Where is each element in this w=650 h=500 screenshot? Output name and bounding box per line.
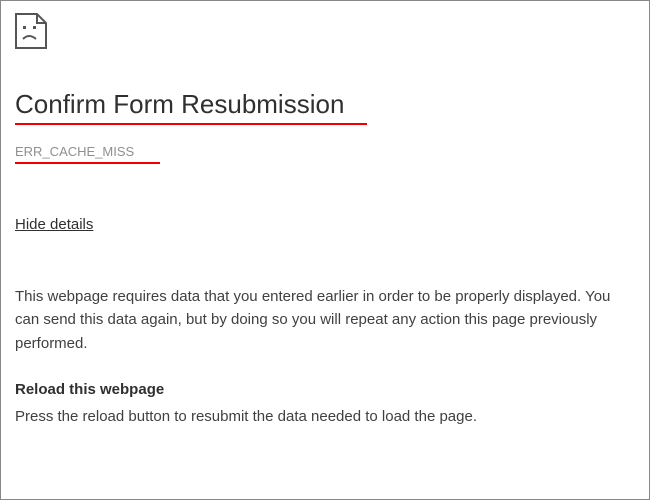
page-title: Confirm Form Resubmission xyxy=(15,89,344,122)
reload-instruction: Press the reload button to resubmit the … xyxy=(15,406,635,427)
error-description: This webpage requires data that you ente… xyxy=(15,285,635,355)
title-underline xyxy=(15,123,367,125)
reload-heading: Reload this webpage xyxy=(15,381,635,398)
error-code-underline xyxy=(15,162,160,164)
sad-page-icon xyxy=(15,13,47,49)
error-code: ERR_CACHE_MISS xyxy=(15,144,134,159)
toggle-details-link[interactable]: Hide details xyxy=(15,216,93,233)
